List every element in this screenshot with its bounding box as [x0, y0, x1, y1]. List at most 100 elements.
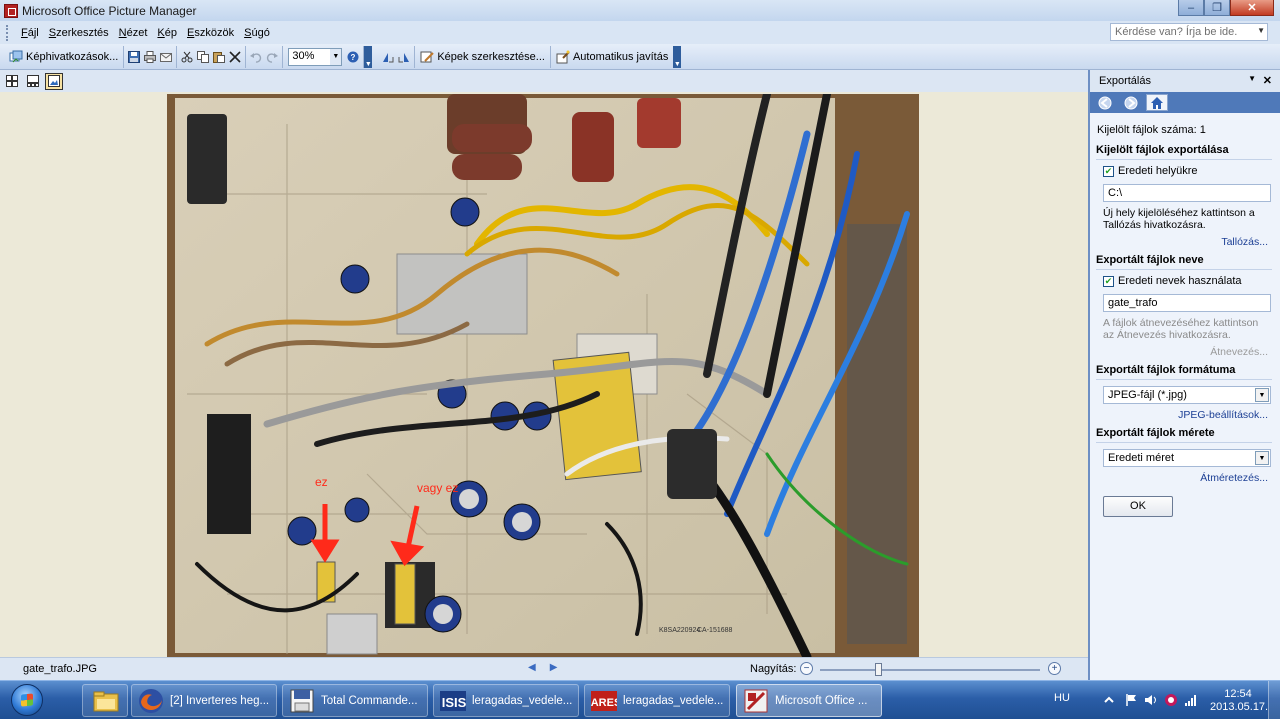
zoom-slider-track[interactable]: [820, 669, 1040, 671]
zoom-out-icon[interactable]: −: [800, 662, 813, 675]
picture-shortcuts-button[interactable]: Képhivatkozások...: [6, 47, 121, 67]
circuit-board-photo: ez vagy ez K8SA220924 CA-151688: [167, 94, 919, 657]
start-button[interactable]: [3, 682, 51, 718]
previous-picture-icon[interactable]: ◀: [528, 662, 536, 673]
menu-help[interactable]: Súgó: [239, 27, 275, 39]
pinned-explorer[interactable]: [82, 684, 128, 717]
menu-tools[interactable]: Eszközök: [182, 27, 239, 39]
jpeg-settings-link[interactable]: JPEG-beállítások...: [1097, 409, 1272, 421]
dropdown-arrow-icon[interactable]: ▼: [1255, 388, 1269, 402]
next-picture-icon[interactable]: ▶: [550, 662, 558, 673]
picture-canvas[interactable]: ez vagy ez K8SA220924 CA-151688: [0, 92, 1088, 657]
title-bar: Microsoft Office Picture Manager – ❐ ✕: [0, 0, 1280, 21]
section-export-heading: Kijelölt fájlok exportálása: [1096, 144, 1272, 160]
rename-link[interactable]: Átnevezés...: [1097, 346, 1272, 358]
thumbnail-view-button[interactable]: [3, 73, 21, 90]
menu-file[interactable]: Fájl: [16, 27, 44, 39]
home-button[interactable]: [1146, 94, 1168, 111]
ok-button[interactable]: OK: [1103, 496, 1173, 517]
toolbar-group-zoom: 30% ▼ ?: [283, 45, 365, 68]
copy-icon[interactable]: [197, 50, 210, 63]
redo-icon[interactable]: [266, 51, 279, 63]
help-question-input[interactable]: Kérdése van? Írja be ide. ▼: [1110, 23, 1268, 41]
close-button[interactable]: ✕: [1230, 0, 1274, 16]
original-names-option[interactable]: ✔ Eredeti nevek használata: [1103, 274, 1272, 288]
size-select[interactable]: Eredeti méret ▼: [1103, 449, 1271, 467]
zoom-slider[interactable]: − +: [800, 662, 1065, 676]
windows-logo-icon: [11, 684, 43, 716]
taskbar-item-firefox[interactable]: [2] Inverteres heg...: [131, 684, 277, 717]
forward-arrow-icon: [1124, 96, 1138, 109]
volume-icon[interactable]: [1144, 693, 1158, 707]
clock[interactable]: 12:54 2013.05.17.: [1210, 688, 1269, 714]
zoom-select[interactable]: 30% ▼: [288, 47, 343, 66]
delete-icon[interactable]: [229, 50, 241, 63]
zoom-in-icon[interactable]: +: [1048, 662, 1061, 675]
format-select[interactable]: JPEG-fájl (*.jpg) ▼: [1103, 386, 1271, 404]
original-location-option[interactable]: ✔ Eredeti helyükre: [1103, 164, 1272, 178]
home-icon: [1151, 96, 1163, 109]
taskbar-item-ares[interactable]: ARES leragadas_vedele...: [584, 684, 730, 717]
filmstrip-view-icon: [27, 75, 39, 87]
task-pane-header: Exportálás ▼ ✕: [1090, 70, 1280, 92]
task-pane-close-icon[interactable]: ✕: [1263, 74, 1272, 87]
menu-picture[interactable]: Kép: [152, 27, 182, 39]
tray-expand-icon[interactable]: [1102, 693, 1116, 707]
picture-manager-icon: [743, 688, 769, 714]
file-name-input[interactable]: gate_trafo: [1103, 294, 1271, 312]
view-bar: [0, 70, 1088, 92]
clock-date: 2013.05.17.: [1210, 701, 1269, 713]
single-picture-view-button[interactable]: [45, 72, 63, 90]
undo-icon[interactable]: [250, 51, 262, 63]
resize-link[interactable]: Átméretezés...: [1097, 472, 1272, 484]
label-left: ez: [315, 475, 328, 489]
browse-link[interactable]: Tallózás...: [1097, 236, 1272, 248]
picture-shortcuts-icon: [9, 50, 23, 64]
filmstrip-view-button[interactable]: [24, 73, 42, 90]
menu-grip[interactable]: [6, 24, 10, 41]
save-icon[interactable]: [128, 50, 141, 63]
zoom-slider-thumb[interactable]: [875, 663, 883, 676]
forward-button[interactable]: [1120, 94, 1142, 111]
edit-pictures-button[interactable]: Képek szerkesztése...: [417, 47, 548, 67]
menu-edit[interactable]: Szerkesztés: [44, 27, 114, 39]
email-icon[interactable]: [160, 51, 173, 63]
dropdown-arrow-icon[interactable]: ▼: [330, 48, 342, 65]
taskbar-item-isis[interactable]: ISIS leragadas_vedele...: [433, 684, 579, 717]
original-location-checkbox[interactable]: ✔: [1103, 165, 1114, 177]
task-pane-menu-icon[interactable]: ▼: [1248, 74, 1256, 83]
toolbar-group-edit: [378, 45, 416, 68]
dropdown-arrow-icon[interactable]: ▼: [1257, 26, 1265, 35]
picture-navigation: ◀ ▶: [528, 662, 557, 673]
svg-text:ISIS: ISIS: [442, 695, 466, 710]
toolbar-options-chevron-2[interactable]: ▼: [673, 45, 682, 68]
rotate-right-icon[interactable]: [398, 51, 410, 63]
export-path-input[interactable]: C:\: [1103, 184, 1271, 202]
app-tray-icon[interactable]: [1164, 693, 1178, 707]
show-desktop-button[interactable]: [1268, 681, 1280, 719]
paste-icon[interactable]: [213, 51, 226, 63]
help-icon[interactable]: ?: [347, 51, 359, 63]
back-button[interactable]: [1094, 94, 1116, 111]
menu-view[interactable]: Nézet: [114, 27, 153, 39]
cut-icon[interactable]: [181, 51, 193, 63]
network-signal-icon[interactable]: [1184, 693, 1198, 707]
language-indicator[interactable]: HU: [1054, 692, 1070, 704]
section-size-heading: Exportált fájlok mérete: [1096, 427, 1272, 443]
section-format-heading: Exportált fájlok formátuma: [1096, 364, 1272, 380]
taskbar-item-total-commander[interactable]: Total Commande...: [282, 684, 428, 717]
back-arrow-icon: [1098, 96, 1112, 109]
restore-button[interactable]: ❐: [1204, 0, 1230, 16]
original-names-checkbox[interactable]: ✔: [1103, 275, 1114, 287]
rotate-left-icon[interactable]: [382, 51, 394, 63]
svg-text:ARES: ARES: [591, 697, 617, 709]
dropdown-arrow-icon[interactable]: ▼: [1255, 451, 1269, 465]
toolbar-group-shortcuts: Képhivatkozások...: [4, 45, 125, 68]
action-center-flag-icon[interactable]: [1124, 693, 1138, 707]
toolbar-options-chevron[interactable]: ▼: [364, 45, 373, 68]
taskbar-item-picture-manager[interactable]: Microsoft Office ...: [736, 684, 882, 717]
print-icon[interactable]: [144, 50, 157, 63]
auto-correct-button[interactable]: Automatikus javítás: [553, 47, 671, 67]
picture-preview: ez vagy ez K8SA220924 CA-151688: [167, 94, 919, 657]
minimize-button[interactable]: –: [1178, 0, 1204, 16]
